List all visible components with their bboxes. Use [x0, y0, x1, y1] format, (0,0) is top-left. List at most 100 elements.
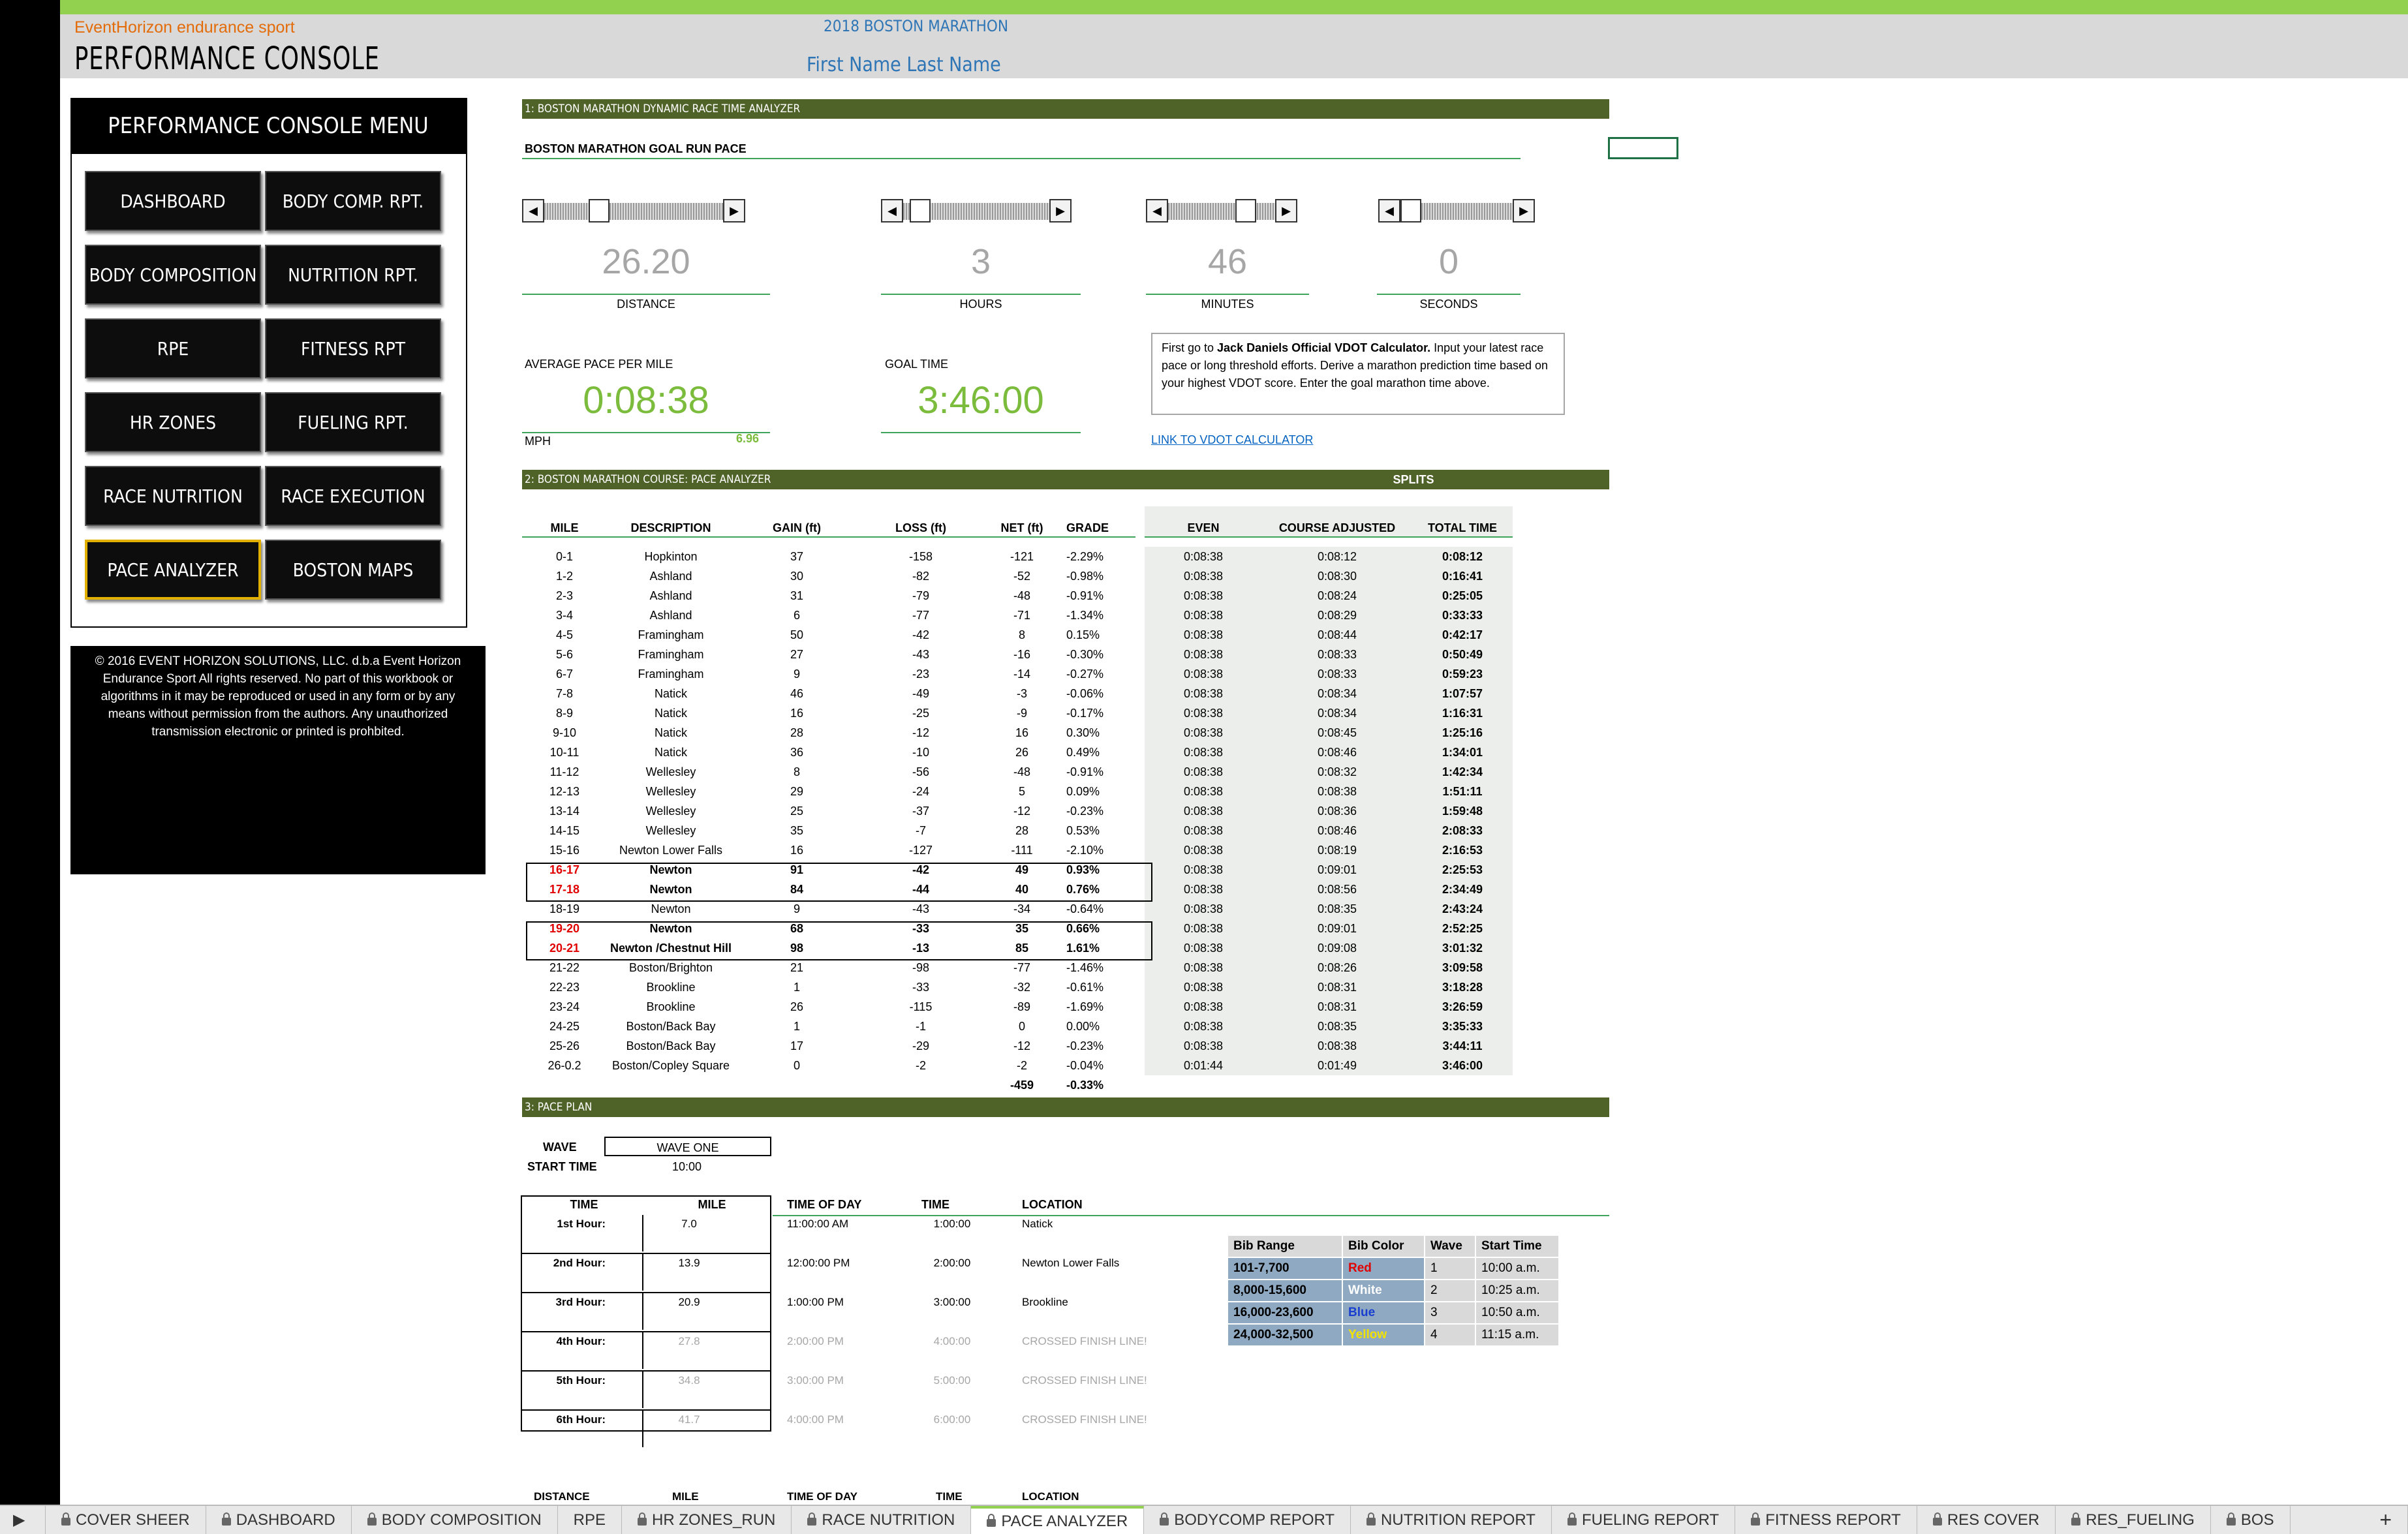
sheet-tab-cover-sheer[interactable]: COVER SHEER: [46, 1506, 206, 1534]
minutes-slider-track[interactable]: [1168, 203, 1275, 220]
hours-decrease-icon[interactable]: ◀: [881, 199, 903, 222]
sheet-tab-res-fueling[interactable]: RES_FUELING: [2056, 1506, 2211, 1534]
menu-button-body-comp-rpt[interactable]: BODY COMP. RPT.: [265, 171, 441, 231]
seconds-slider-thumb[interactable]: [1400, 199, 1421, 222]
plan-cell: 6:00:00: [933, 1413, 971, 1426]
menu-title: PERFORMANCE CONSOLE MENU: [70, 98, 466, 154]
vdot-calculator-link[interactable]: LINK TO VDOT CALCULATOR: [1151, 433, 1313, 447]
bib-cell: 10:50 a.m.: [1475, 1301, 1560, 1325]
course-cell: 0:08:38: [1135, 723, 1262, 743]
course-cell: -0.98%: [1066, 569, 1104, 583]
menu-button-fitness-rpt[interactable]: FITNESS RPT: [265, 318, 441, 378]
seconds-decrease-icon[interactable]: ◀: [1378, 199, 1400, 222]
sheet-tab-res-cover[interactable]: RES COVER: [1917, 1506, 2056, 1534]
hours-underline: [881, 294, 1081, 295]
totals-cell: [735, 1075, 859, 1095]
course-cell: 0:08:38: [1135, 938, 1262, 958]
add-sheet-icon[interactable]: +: [2364, 1506, 2408, 1534]
course-cell: 22-23: [549, 980, 580, 994]
sheet-tab-dashboard[interactable]: DASHBOARD: [206, 1506, 352, 1534]
distance-slider[interactable]: ◀ ▶: [522, 199, 745, 224]
course-cell: Newton Lower Falls: [619, 843, 723, 857]
sheet-tab-bodycomp-report[interactable]: BODYCOMP REPORT: [1144, 1506, 1351, 1534]
menu-button-boston-maps[interactable]: BOSTON MAPS: [265, 540, 441, 600]
course-cell: 0:08:44: [1262, 625, 1412, 645]
course-cell: Wellesley: [645, 823, 696, 837]
distance-slider-track[interactable]: [544, 203, 723, 220]
plan-cell: 2nd Hour:: [553, 1257, 606, 1269]
plan-footer-header-1: MILE: [672, 1490, 699, 1503]
plan-cell: 12:00:00 PM: [787, 1257, 850, 1269]
minutes-slider[interactable]: ◀ ▶: [1146, 199, 1297, 224]
bib-cell: 4: [1424, 1323, 1476, 1347]
course-cell: 4-5: [555, 628, 573, 641]
hours-slider[interactable]: ◀ ▶: [881, 199, 1072, 224]
sheet-tab-bos[interactable]: BOS: [2211, 1506, 2291, 1534]
menu-button-rpe[interactable]: RPE: [85, 318, 261, 378]
course-cell: 0:08:46: [1262, 821, 1412, 840]
menu-button-race-execution[interactable]: RACE EXECUTION: [265, 466, 441, 526]
sheet-tab-nutrition-report[interactable]: NUTRITION REPORT: [1351, 1506, 1552, 1534]
menu-button-pace-analyzer[interactable]: PACE ANALYZER: [85, 540, 261, 600]
course-cell: 1:34:01: [1412, 743, 1513, 762]
totals-cell: [522, 1075, 607, 1095]
menu-button-hr-zones[interactable]: HR ZONES: [85, 392, 261, 452]
course-cell: 0:08:32: [1262, 762, 1412, 782]
distance-slider-thumb[interactable]: [588, 199, 610, 222]
sheet-tab-fitness-report[interactable]: FITNESS REPORT: [1735, 1506, 1917, 1534]
course-cell: -52: [1013, 569, 1030, 583]
lock-icon: [61, 1512, 70, 1526]
course-cell: 18-19: [549, 902, 580, 915]
wave-select[interactable]: WAVE ONE: [604, 1137, 771, 1156]
course-cell: 25: [790, 804, 804, 818]
sheet-tab-pace-analyzer[interactable]: PACE ANALYZER: [971, 1506, 1145, 1534]
seconds-slider[interactable]: ◀ ▶: [1378, 199, 1535, 224]
plan-cell: CROSSED FINISH LINE!: [1022, 1413, 1147, 1426]
table-row: 18-19 Newton 9 -43 -34 -0.64% 0:08:38 0:08:35 2:…: [522, 899, 1513, 919]
course-cell: 14-15: [549, 823, 580, 837]
hours-slider-thumb[interactable]: [909, 199, 931, 222]
sheet-tab-race-nutrition[interactable]: RACE NUTRITION: [792, 1506, 972, 1534]
minutes-decrease-icon[interactable]: ◀: [1146, 199, 1168, 222]
sheet-tab-fueling-report[interactable]: FUELING REPORT: [1552, 1506, 1736, 1534]
table-row: 13-14 Wellesley 25 -37 -12 -0.23% 0:08:38 0:08:…: [522, 801, 1513, 821]
course-cell: 5: [1018, 784, 1025, 798]
hours-increase-icon[interactable]: ▶: [1049, 199, 1072, 222]
menu-button-body-composition[interactable]: BODY COMPOSITION: [85, 245, 261, 305]
course-cell: -43: [912, 647, 929, 661]
distance-decrease-icon[interactable]: ◀: [522, 199, 544, 222]
avg-pace-value: 0:08:38: [583, 379, 709, 422]
plan-cell: 3rd Hour:: [555, 1296, 606, 1308]
course-cell: -48: [1013, 765, 1030, 778]
plan-row-divider: [522, 1331, 770, 1332]
sheet-tab-rpe[interactable]: RPE: [558, 1506, 623, 1534]
course-header-even: EVEN: [1135, 506, 1262, 538]
menu-button-fueling-rpt[interactable]: FUELING RPT.: [265, 392, 441, 452]
course-cell: -1.46%: [1066, 960, 1104, 974]
copyright-notice: © 2016 EVENT HORIZON SOLUTIONS, LLC. d.b…: [70, 646, 486, 874]
course-cell: 0:08:38: [1135, 801, 1262, 821]
plan-col-divider: [642, 1332, 643, 1369]
course-cell: Boston/Brighton: [628, 960, 713, 974]
course-cell: 16: [790, 706, 804, 720]
top-accent-strip: [60, 0, 2408, 14]
distance-increase-icon[interactable]: ▶: [723, 199, 745, 222]
minutes-increase-icon[interactable]: ▶: [1275, 199, 1297, 222]
course-cell: -2.10%: [1066, 843, 1104, 857]
menu-button-race-nutrition[interactable]: RACE NUTRITION: [85, 466, 261, 526]
course-cell: 26-0.2: [548, 1058, 581, 1072]
sheet-tab-hr-zones-run[interactable]: HR ZONES_RUN: [622, 1506, 792, 1534]
sheet-nav-icon[interactable]: ▶: [0, 1506, 46, 1534]
course-cell: 0:08:38: [1135, 1017, 1262, 1036]
subtitle-underline: [522, 158, 1520, 159]
menu-button-dashboard[interactable]: DASHBOARD: [85, 171, 261, 231]
minutes-slider-thumb[interactable]: [1235, 199, 1256, 222]
menu-button-nutrition-rpt[interactable]: NUTRITION RPT.: [265, 245, 441, 305]
sheet-tab-body-composition[interactable]: BODY COMPOSITION: [352, 1506, 558, 1534]
course-cell: 5-6: [555, 647, 573, 661]
selected-cell[interactable]: [1608, 137, 1678, 159]
brand-name: EventHorizon endurance sport: [74, 18, 295, 37]
course-cell: -158: [908, 549, 933, 563]
course-cell: Wellesley: [645, 804, 696, 818]
seconds-increase-icon[interactable]: ▶: [1513, 199, 1535, 222]
